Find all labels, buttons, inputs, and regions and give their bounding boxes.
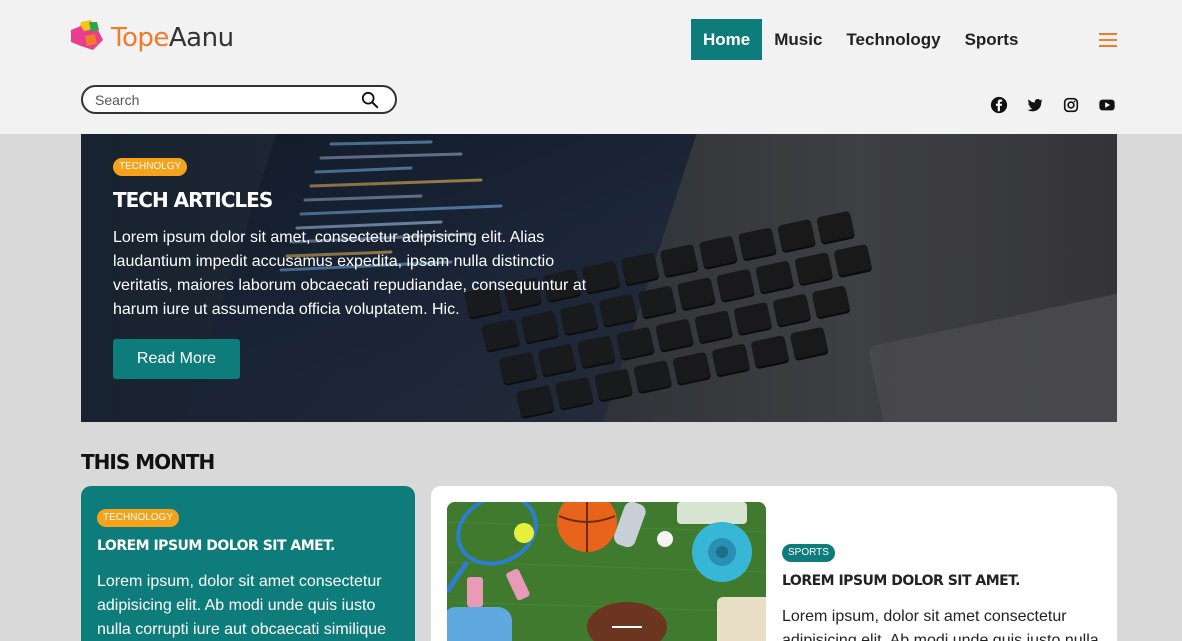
card-excerpt: Lorem ipsum, dolor sit amet consectetur … (782, 608, 1099, 641)
social-links (990, 96, 1116, 114)
nav-item-technology[interactable]: Technology (834, 19, 952, 60)
search-icon[interactable] (361, 91, 379, 109)
card-category-badge[interactable]: SPORTS (782, 544, 835, 562)
nav-item-music[interactable]: Music (762, 19, 834, 60)
article-card[interactable]: SPORTS LOREM IPSUM DOLOR SIT AMET. Lorem… (431, 486, 1117, 641)
logo-icon (71, 20, 103, 50)
hero-title: TECH ARTICLES (113, 188, 273, 212)
instagram-icon[interactable] (1062, 96, 1080, 114)
hero-banner: TECHNOLGY TECH ARTICLES Lorem ipsum dolo… (81, 134, 1117, 422)
youtube-icon[interactable] (1098, 96, 1116, 114)
card-body: SPORTS LOREM IPSUM DOLOR SIT AMET. Lorem… (782, 542, 1107, 641)
hero-category-badge[interactable]: TECHNOLGY (113, 158, 188, 176)
logo[interactable]: TopeAanu (67, 18, 234, 58)
card-title: LOREM IPSUM DOLOR SIT AMET. (97, 538, 336, 554)
site-header: TopeAanu Home Music Technology Sports (0, 0, 1182, 134)
section-title: THIS MONTH (81, 450, 215, 474)
nav-item-sports[interactable]: Sports (953, 19, 1031, 60)
card-title: LOREM IPSUM DOLOR SIT AMET. (782, 573, 1021, 589)
read-more-button[interactable]: Read More (113, 339, 240, 379)
search-bar (81, 85, 397, 114)
sports-equipment-image (447, 502, 766, 641)
article-card[interactable]: TECHNOLOGY LOREM IPSUM DOLOR SIT AMET. L… (81, 486, 415, 641)
main-nav: Home Music Technology Sports (691, 19, 1030, 60)
hero-description: Lorem ipsum dolor sit amet, consectetur … (113, 229, 587, 318)
search-input[interactable] (95, 91, 355, 108)
nav-item-home[interactable]: Home (691, 19, 763, 60)
twitter-icon[interactable] (1026, 96, 1044, 114)
hero-content: TECHNOLGY TECH ARTICLES Lorem ipsum dolo… (113, 156, 603, 379)
facebook-icon[interactable] (990, 96, 1008, 114)
card-category-badge[interactable]: TECHNOLOGY (97, 509, 180, 527)
card-excerpt: Lorem ipsum, dolor sit amet consectetur … (97, 573, 387, 638)
logo-text: TopeAanu (111, 23, 234, 53)
hamburger-menu-icon[interactable] (1099, 33, 1117, 47)
